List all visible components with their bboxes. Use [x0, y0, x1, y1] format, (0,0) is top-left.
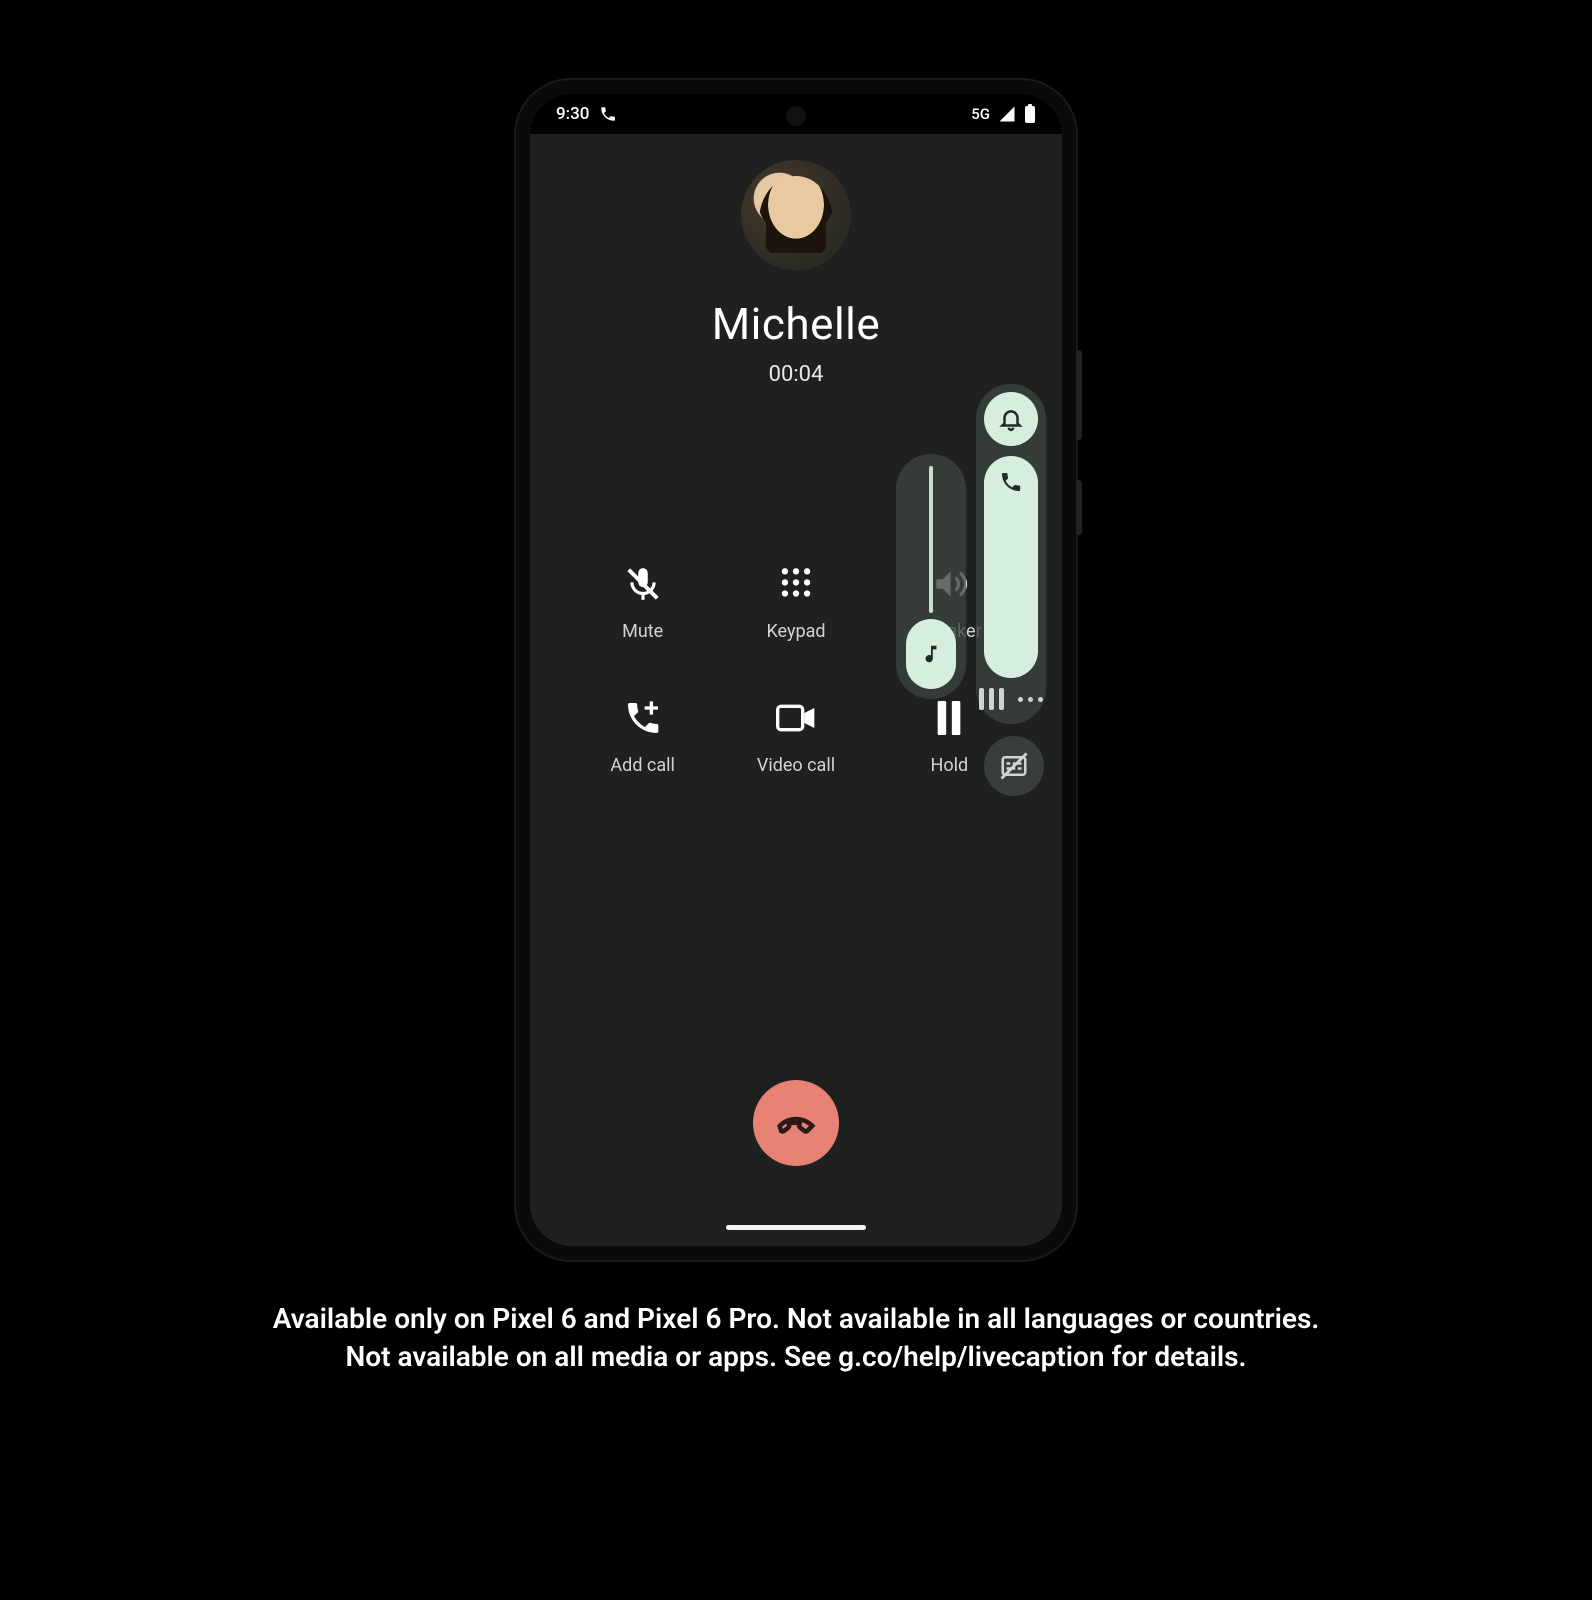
- battery-icon: [1024, 104, 1036, 124]
- caller-name: Michelle: [712, 298, 880, 350]
- mute-button[interactable]: Mute: [566, 564, 719, 642]
- keypad-icon: [776, 564, 816, 604]
- status-bar: 9:30 5G: [530, 94, 1062, 134]
- call-header: Michelle 00:04: [530, 134, 1062, 387]
- caller-avatar[interactable]: [741, 160, 851, 270]
- signal-icon: [998, 105, 1016, 123]
- volume-track: [929, 466, 933, 613]
- more-icon: [1018, 697, 1043, 702]
- hangup-icon: [773, 1100, 819, 1146]
- keypad-button[interactable]: Keypad: [719, 564, 872, 642]
- end-call-button[interactable]: [753, 1080, 839, 1166]
- call-duration: 00:04: [769, 362, 824, 387]
- call-volume-bar[interactable]: [984, 456, 1038, 678]
- add-call-label: Add call: [610, 755, 674, 776]
- music-note-icon: [920, 643, 942, 665]
- video-call-button[interactable]: Video call: [719, 698, 872, 776]
- mute-label: Mute: [622, 621, 663, 642]
- sound-mode-column: [976, 384, 1046, 724]
- volume-settings-row[interactable]: [979, 688, 1043, 710]
- ring-mode-button[interactable]: [984, 392, 1038, 446]
- power-button[interactable]: [1076, 480, 1082, 535]
- video-call-icon: [776, 698, 816, 738]
- keypad-label: Keypad: [766, 621, 825, 642]
- video-call-label: Video call: [757, 755, 835, 776]
- navigation-handle[interactable]: [726, 1225, 866, 1230]
- mute-icon: [623, 564, 663, 604]
- add-call-icon: [623, 698, 663, 738]
- status-time: 9:30: [556, 104, 589, 124]
- equalizer-icon: [979, 688, 1004, 710]
- phone-frame: 9:30 5G Michelle 00:04: [516, 80, 1076, 1260]
- volume-rocker[interactable]: [1076, 350, 1082, 440]
- phone-icon: [999, 470, 1023, 494]
- network-label: 5G: [971, 105, 990, 123]
- volume-panel: [896, 384, 1046, 814]
- add-call-button[interactable]: Add call: [566, 698, 719, 776]
- footnote: Available only on Pixel 6 and Pixel 6 Pr…: [273, 1300, 1320, 1376]
- volume-slider[interactable]: [896, 454, 966, 699]
- phone-icon: [599, 105, 617, 123]
- volume-thumb[interactable]: [906, 619, 956, 689]
- footnote-line-2: Not available on all media or apps. See …: [273, 1338, 1320, 1376]
- caption-off-icon: [999, 751, 1029, 781]
- bell-icon: [998, 406, 1024, 432]
- phone-screen: 9:30 5G Michelle 00:04: [530, 94, 1062, 1246]
- footnote-line-1: Available only on Pixel 6 and Pixel 6 Pr…: [273, 1300, 1320, 1338]
- front-camera: [786, 106, 806, 126]
- live-caption-button[interactable]: [984, 736, 1044, 796]
